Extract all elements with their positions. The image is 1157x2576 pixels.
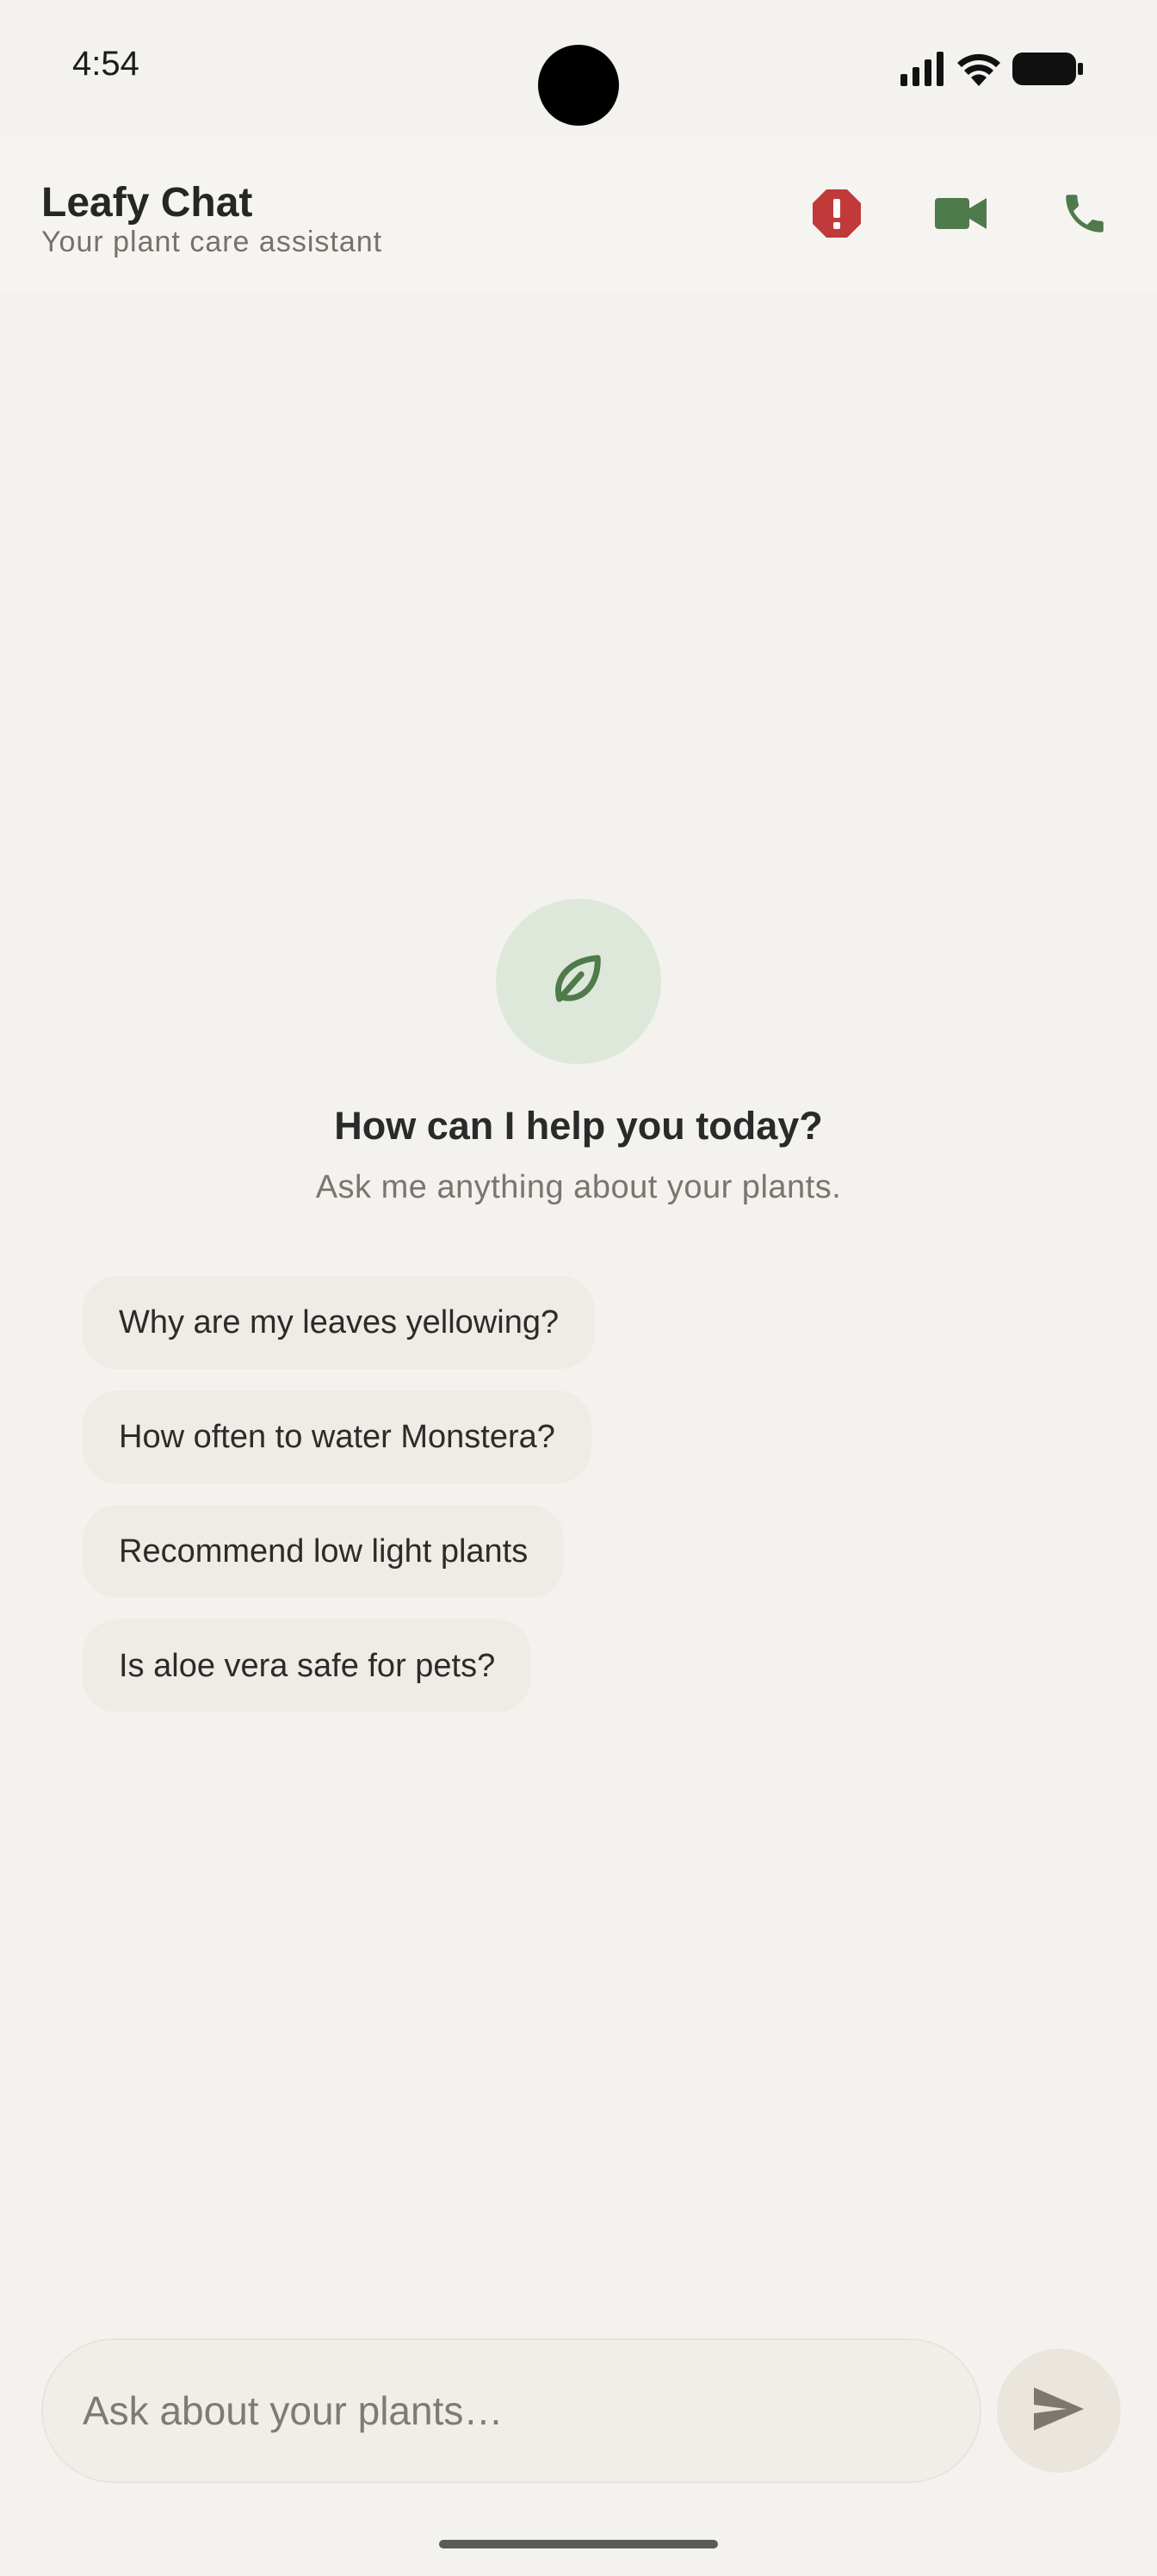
page-subtitle: Your plant care assistant <box>41 226 383 258</box>
status-time: 4:54 <box>72 45 139 83</box>
send-button[interactable] <box>997 2349 1121 2473</box>
suggestion-chip[interactable]: Is aloe vera safe for pets? <box>83 1619 532 1712</box>
alert-icon <box>811 188 863 244</box>
empty-state-heading: How can I help you today? <box>334 1104 823 1148</box>
battery-icon <box>1012 52 1083 86</box>
suggestion-chip[interactable]: Recommend low light plants <box>83 1505 565 1598</box>
front-camera <box>538 45 619 126</box>
chat-screen: 4:54 Leafy Chat Your plant care assistan… <box>0 0 1157 2576</box>
video-call-button[interactable] <box>925 179 997 251</box>
message-input-container <box>41 2338 981 2483</box>
page-title: Leafy Chat <box>41 180 253 226</box>
phone-call-icon <box>1060 189 1110 243</box>
signal-icon <box>900 52 945 86</box>
phone-call-button[interactable] <box>1049 179 1121 251</box>
chat-header: Leafy Chat Your plant care assistant <box>0 136 1157 291</box>
status-icons <box>900 48 1083 90</box>
wifi-icon <box>957 52 1000 86</box>
suggestion-chip[interactable]: Why are my leaves yellowing? <box>83 1276 596 1369</box>
status-bar: 4:54 <box>0 0 1157 136</box>
suggestion-chip[interactable]: How often to water Monstera? <box>83 1390 591 1483</box>
alert-button[interactable] <box>801 179 873 251</box>
leaf-badge <box>496 899 661 1064</box>
leaf-icon <box>546 947 611 1017</box>
video-call-icon <box>935 196 987 235</box>
home-indicator[interactable] <box>439 2540 718 2548</box>
send-icon <box>1034 2387 1084 2435</box>
empty-state-subheading: Ask me anything about your plants. <box>315 1169 842 1205</box>
message-input[interactable] <box>83 2387 980 2434</box>
